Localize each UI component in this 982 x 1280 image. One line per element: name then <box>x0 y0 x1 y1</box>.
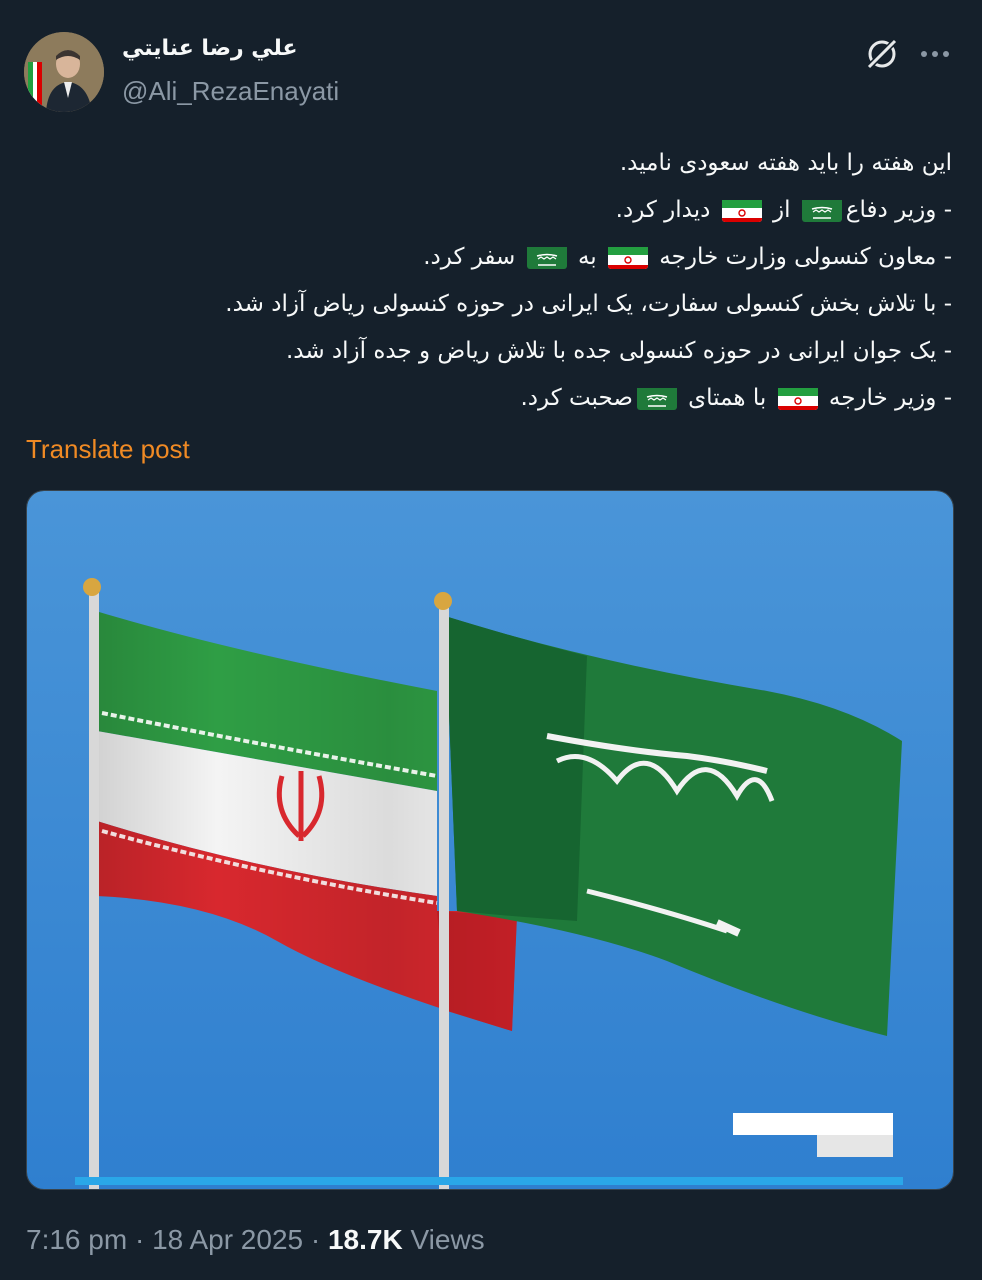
post-date[interactable]: 18 Apr 2025 <box>152 1224 303 1255</box>
tweet: علي رضا عنايتي @Ali_RezaEnayati این هفته… <box>0 0 982 1280</box>
profile-photo-icon <box>24 32 104 112</box>
display-name[interactable]: علي رضا عنايتي <box>122 36 298 61</box>
translate-post-link[interactable]: Translate post <box>26 434 190 465</box>
post-text-segment: - یک جوان ایرانی در حوزه کنسولی جده با ت… <box>285 338 952 364</box>
post-text-segment: - وزیر دفاع <box>845 197 952 223</box>
post-meta: 7:16 pm · 18 Apr 2025 · 18.7K Views <box>26 1224 485 1256</box>
post-text-segment: - وزیر خارجه <box>821 385 952 411</box>
more-icon[interactable] <box>915 34 955 74</box>
views-count[interactable]: 18.7K <box>328 1224 403 1255</box>
post-text-segment: صحبت کرد. <box>520 385 633 411</box>
avatar[interactable] <box>24 32 104 112</box>
iran-flag-emoji-icon <box>721 196 762 222</box>
post-text-segment: این هفته را باید هفته سعودی نامید. <box>619 150 952 176</box>
handle[interactable]: @Ali_RezaEnayati <box>122 76 339 107</box>
post-text-line: - وزیر خارجه با همتای صحبت کرد. <box>72 375 952 422</box>
post-text-segment: - معاون کنسولی وزارت خارجه <box>652 244 952 270</box>
saudi-flag-emoji-icon <box>526 243 567 269</box>
post-text-line: - معاون کنسولی وزارت خارجه به سفر کرد. <box>72 234 952 281</box>
iran-saudi-flags-photo-icon <box>27 491 953 1189</box>
post-image[interactable] <box>26 490 954 1190</box>
post-text: این هفته را باید هفته سعودی نامید. - وزیر… <box>72 140 952 422</box>
post-time[interactable]: 7:16 pm <box>26 1224 127 1255</box>
views-label: Views <box>402 1224 485 1255</box>
post-text-segment: دیدار کرد. <box>615 197 718 223</box>
post-text-segment: - با تلاش بخش کنسولی سفارت، یک ایرانی در… <box>225 291 952 317</box>
grok-icon[interactable] <box>862 34 902 74</box>
post-text-segment: با همتای <box>680 385 774 411</box>
iran-flag-emoji-icon <box>777 384 818 410</box>
saudi-flag-emoji-icon <box>801 196 842 222</box>
post-text-segment: سفر کرد. <box>423 244 523 270</box>
separator: · <box>127 1224 153 1255</box>
saudi-flag-emoji-icon <box>636 384 677 410</box>
post-text-line: - یک جوان ایرانی در حوزه کنسولی جده با ت… <box>72 328 952 375</box>
post-text-line: این هفته را باید هفته سعودی نامید. <box>72 140 952 187</box>
iran-flag-emoji-icon <box>608 243 648 269</box>
separator: · <box>303 1224 328 1255</box>
post-text-segment: به <box>570 244 604 270</box>
post-text-line: - وزیر دفاع از دیدار کرد. <box>72 187 952 234</box>
post-text-segment: از <box>765 197 798 223</box>
post-text-line: - با تلاش بخش کنسولی سفارت، یک ایرانی در… <box>72 281 952 328</box>
